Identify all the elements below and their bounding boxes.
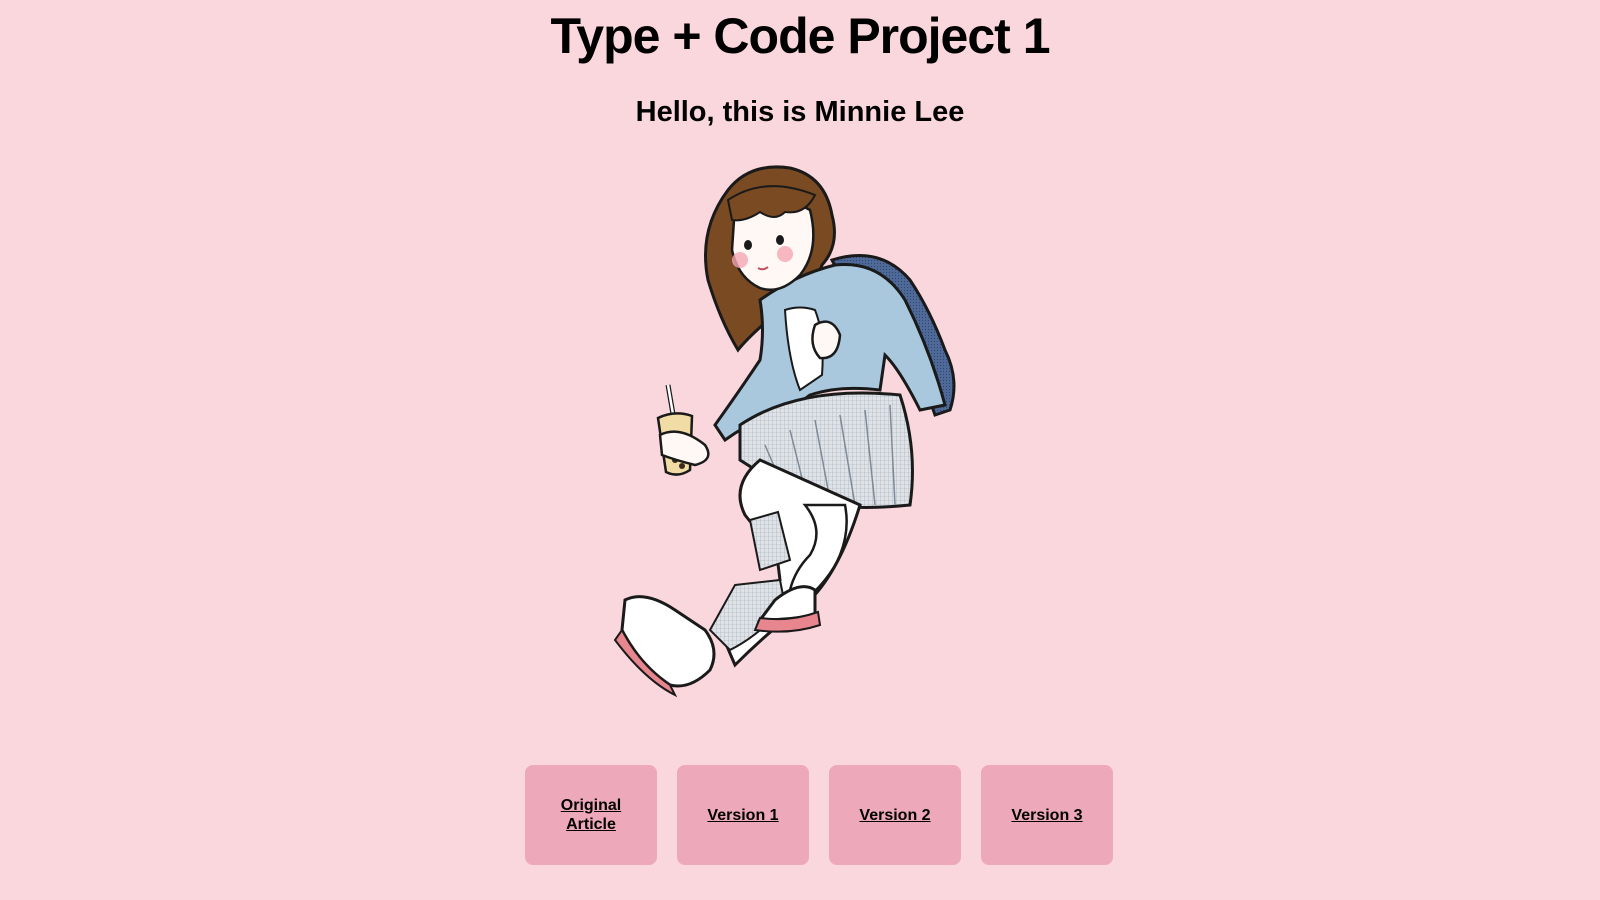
original-article-button[interactable]: Original Article: [525, 765, 657, 865]
bubble-tea-icon: [656, 384, 710, 476]
project-version-nav: Original Article Version 1 Version 2 Ver…: [525, 765, 1113, 865]
page-title: Type + Code Project 1: [550, 8, 1050, 64]
character-illustration: [613, 165, 956, 698]
page: Type + Code Project 1 Hello, this is Min…: [0, 0, 1600, 900]
version-1-link[interactable]: Version 1: [707, 806, 778, 825]
page-subtitle: Hello, this is Minnie Lee: [635, 96, 965, 128]
version-3-link[interactable]: Version 3: [1011, 806, 1082, 825]
version-2-button[interactable]: Version 2: [829, 765, 961, 865]
version-1-button[interactable]: Version 1: [677, 765, 809, 865]
original-article-link[interactable]: Original Article: [539, 796, 643, 834]
version-3-button[interactable]: Version 3: [981, 765, 1113, 865]
shoe-left: [620, 595, 716, 688]
version-2-link[interactable]: Version 2: [859, 806, 930, 825]
